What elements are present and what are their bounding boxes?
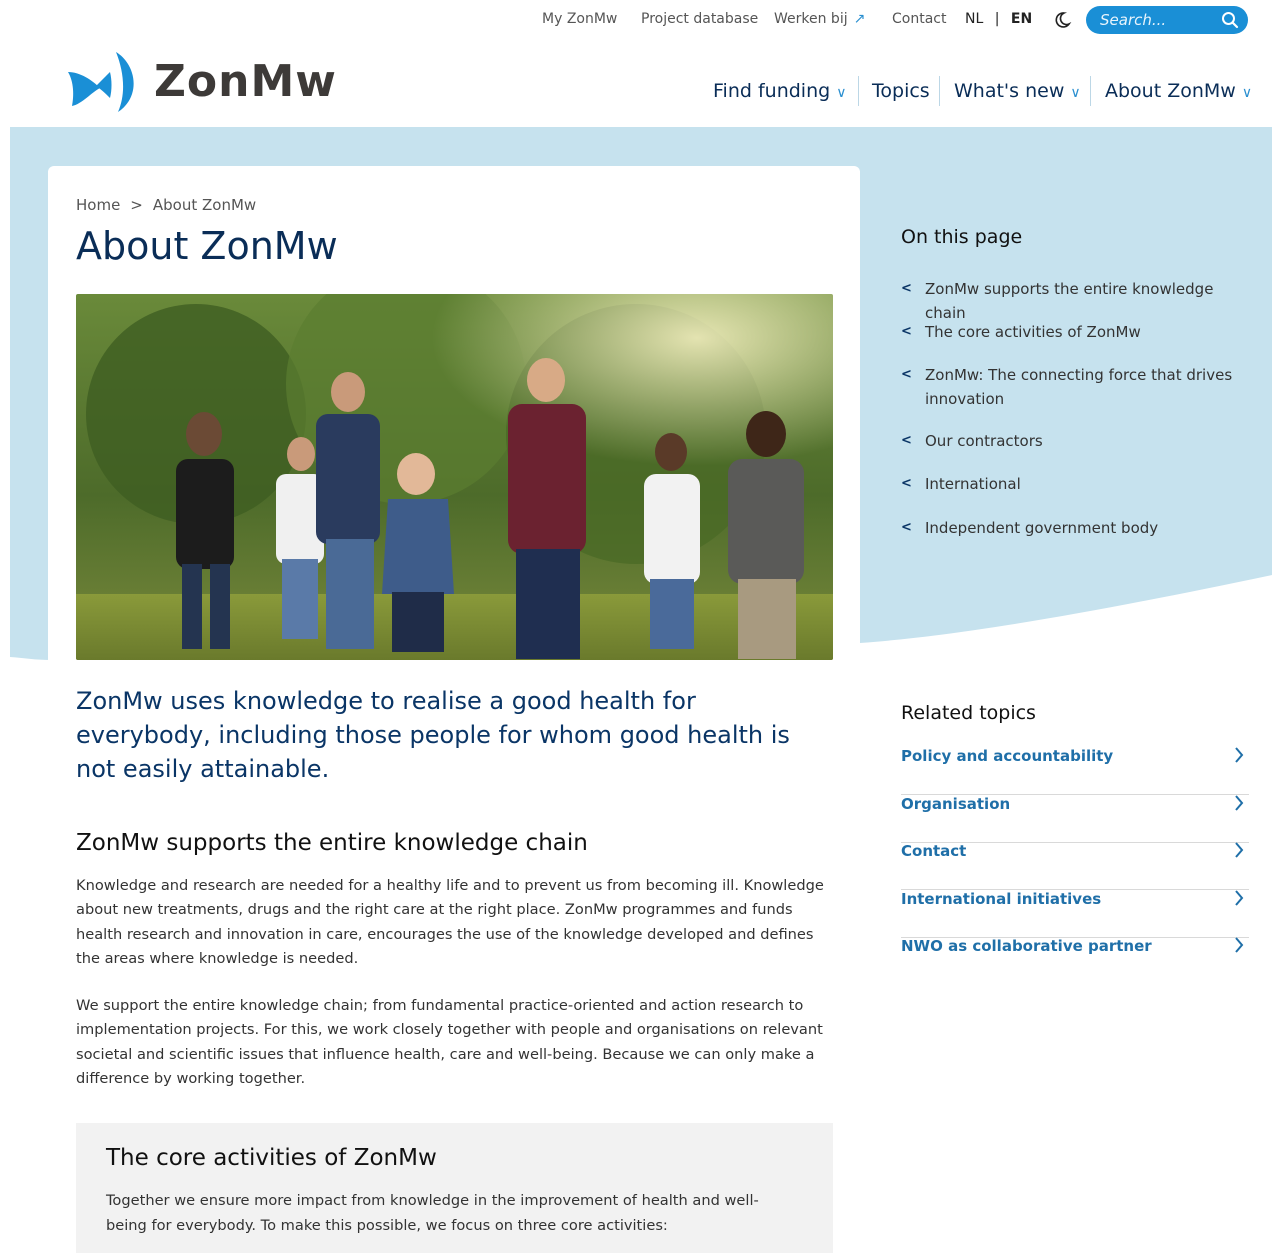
- chevron-right-icon: [1235, 842, 1244, 858]
- related-topic-link[interactable]: NWO as collaborative partner: [901, 937, 1249, 984]
- related-topic-label: Contact: [901, 842, 967, 860]
- nav-about-zonmw[interactable]: About ZonMw ∨: [1105, 80, 1252, 102]
- toc-item-label: ZonMw supports the entire knowledge chai…: [925, 280, 1214, 322]
- chevron-left-icon: <: [901, 520, 912, 535]
- related-topic-label: Policy and accountability: [901, 747, 1114, 765]
- related-topic-link[interactable]: Contact: [901, 842, 1249, 890]
- search-input[interactable]: [1100, 6, 1210, 34]
- body-paragraph: Knowledge and research are needed for a …: [76, 877, 824, 967]
- nav-about-zonmw-label: About ZonMw: [1105, 80, 1236, 102]
- lead-text: ZonMw uses knowledge to realise a good h…: [76, 687, 790, 783]
- lang-en-link[interactable]: EN: [1011, 11, 1032, 27]
- breadcrumb: Home > About ZonMw: [76, 196, 256, 214]
- chevron-right-icon: [1235, 795, 1244, 811]
- search-icon[interactable]: [1220, 10, 1240, 30]
- contact-link[interactable]: Contact: [892, 11, 946, 27]
- on-this-page-nav: On this page < ZonMw supports the entire …: [901, 226, 1251, 537]
- related-topic-link[interactable]: Policy and accountability: [901, 747, 1249, 795]
- related-topic-label: Organisation: [901, 795, 1011, 813]
- hero-photo-group-running: [76, 294, 833, 660]
- chevron-down-icon: ∨: [1241, 85, 1253, 101]
- lang-nl-link[interactable]: NL: [965, 11, 983, 27]
- chevron-right-icon: [1235, 747, 1244, 763]
- page-title: About ZonMw: [76, 224, 338, 268]
- lang-separator: |: [994, 11, 1000, 27]
- language-switcher: NL | EN: [965, 11, 1032, 27]
- related-topic-link[interactable]: International initiatives: [901, 890, 1249, 938]
- toc-item-label: International: [925, 475, 1021, 493]
- chevron-down-icon: ∨: [1070, 85, 1081, 101]
- project-database-link[interactable]: Project database: [641, 11, 758, 27]
- core-activities-box: The core activities of ZonMw Together we…: [76, 1123, 833, 1253]
- nav-whats-new[interactable]: What's new ∨: [954, 80, 1081, 102]
- chevron-left-icon: <: [901, 476, 912, 491]
- nav-find-funding-label: Find funding: [713, 80, 831, 102]
- chevron-right-icon: [1235, 890, 1244, 906]
- content-card: Home > About ZonMw About ZonMw ZonMw use…: [48, 166, 860, 1253]
- chevron-down-icon: ∨: [836, 85, 847, 101]
- nav-topics[interactable]: Topics: [872, 80, 930, 102]
- toc-item-label: ZonMw: The connecting force that drives …: [925, 366, 1233, 408]
- chevron-left-icon: <: [901, 281, 912, 296]
- chevron-left-icon: <: [901, 367, 912, 382]
- nav-divider: [1090, 76, 1091, 106]
- chevron-left-icon: <: [901, 324, 912, 339]
- breadcrumb-current: About ZonMw: [152, 196, 257, 214]
- related-topic-label: NWO as collaborative partner: [901, 937, 1152, 955]
- body-paragraph: We support the entire knowledge chain; f…: [76, 997, 823, 1087]
- related-topic-label: International initiatives: [901, 890, 1102, 908]
- related-topics-title: Related topics: [901, 702, 1036, 724]
- related-topics: Related topics Policy and accountability…: [901, 702, 1249, 955]
- toc-item-label: The core activities of ZonMw: [925, 323, 1141, 341]
- search-box: [1086, 6, 1248, 34]
- main-navigation: Find funding ∨ Topics What's new ∨ About Z…: [0, 76, 1272, 110]
- werken-bij-label: Werken bij: [774, 11, 848, 27]
- my-zonmw-link[interactable]: My ZonMw: [542, 11, 617, 27]
- chevron-left-icon: <: [901, 433, 912, 448]
- nav-divider: [939, 76, 940, 106]
- breadcrumb-home-link[interactable]: Home: [76, 196, 120, 214]
- dark-mode-moon-icon[interactable]: [1052, 10, 1072, 30]
- section-heading-core-activities: The core activities of ZonMw: [106, 1145, 437, 1171]
- toc-item-label: Independent government body: [925, 519, 1159, 537]
- section-heading-knowledge-chain: ZonMw supports the entire knowledge chai…: [76, 830, 588, 856]
- chevron-right-icon: [1235, 937, 1244, 953]
- breadcrumb-separator: >: [130, 196, 143, 214]
- nav-whats-new-label: What's new: [954, 80, 1065, 102]
- werken-bij-link[interactable]: Werken bij ↗: [774, 11, 865, 27]
- body-paragraph: Together we ensure more impact from know…: [106, 1192, 759, 1234]
- on-this-page-title: On this page: [901, 226, 1023, 248]
- utility-bar: My ZonMw Project database Werken bij ↗ Co…: [0, 6, 1272, 34]
- toc-item-label: Our contractors: [925, 432, 1043, 450]
- nav-find-funding[interactable]: Find funding ∨: [713, 80, 846, 102]
- external-link-icon: ↗: [853, 11, 866, 27]
- nav-divider: [858, 76, 859, 106]
- related-topic-link[interactable]: Organisation: [901, 795, 1249, 843]
